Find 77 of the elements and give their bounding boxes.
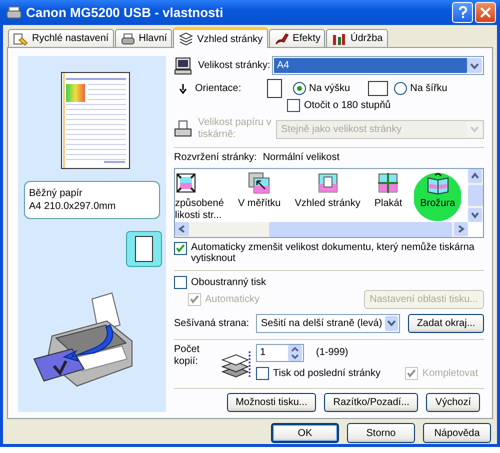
spinner-arrows-icon (288, 344, 302, 361)
copies-spinner[interactable]: 1 (256, 344, 304, 362)
copies-label: Počet kopií: (174, 344, 201, 368)
scroll-right-icon (454, 222, 468, 236)
collate-label: Kompletovat (422, 368, 478, 379)
binding-side-label: Sešívaná strana: (174, 318, 250, 328)
checkmark-icon (406, 368, 418, 379)
scroll-thumb[interactable] (468, 185, 483, 206)
tab-icon (331, 32, 348, 46)
paper-info-text: A4 210.0x297.0mm (29, 200, 117, 213)
vertical-scrollbar[interactable] (468, 169, 483, 222)
layout-label: Rozvržení stránky: (174, 152, 257, 164)
page-size-dropdown[interactable]: A4 (272, 56, 484, 75)
binding-side-dropdown[interactable]: Sešití na delší straně (levá) (256, 314, 400, 332)
checkmark-icon (175, 243, 186, 254)
rotate-checkbox[interactable] (287, 99, 300, 112)
page-size-label: Velikost stránky: (198, 60, 272, 71)
printer-paper-size-label: Velikost papíru v tiskárně: (198, 117, 272, 141)
layout-option[interactable]: Plakát (372, 172, 404, 222)
auto-reduce-checkbox[interactable] (174, 242, 187, 256)
booklet-layout-icon (426, 172, 449, 196)
orientation-option-label: Na výšku (309, 83, 350, 94)
layout-option[interactable]: Vzhled stránky (292, 172, 362, 222)
duplex-label: Oboustranný tisk (191, 276, 266, 288)
tab[interactable]: Údržba (326, 29, 388, 47)
tab-icon (274, 32, 290, 46)
orientation-radio[interactable] (293, 82, 306, 95)
window-title: Canon MG5200 USB - vlastnosti (26, 5, 224, 20)
help-button[interactable] (452, 2, 473, 23)
tab[interactable]: Vzhled stránky (173, 27, 268, 48)
copies-range: (1-999) (316, 347, 348, 358)
dialog-option-button[interactable]: Možnosti tisku... (226, 393, 316, 412)
down-arrow-icon (179, 84, 187, 94)
scroll-thumb[interactable] (269, 222, 452, 238)
orientation-radio[interactable] (394, 82, 408, 95)
orientation-option-label: Na šířku (410, 83, 448, 94)
fit-layout-icon (175, 172, 197, 196)
layout-option[interactable]: V měřítku (236, 172, 283, 222)
reverse-order-label: Tisk od poslední stránky (273, 368, 380, 379)
landscape-page-icon (368, 79, 388, 98)
pages-layout-icon (316, 172, 339, 196)
automatic-label: Automaticky (205, 294, 260, 304)
question-mark-icon (458, 6, 468, 19)
reverse-order-checkbox[interactable] (256, 366, 269, 380)
tab-icon (120, 32, 136, 46)
printer-paper-icon (174, 120, 192, 138)
portrait-page-icon (135, 236, 153, 262)
dialog-button[interactable]: Nápověda (423, 423, 491, 443)
dialog-button[interactable]: Storno (347, 423, 415, 443)
tab[interactable]: Efekty (268, 29, 326, 47)
tab[interactable]: Hlavní (114, 29, 172, 47)
checkmark-icon (189, 294, 200, 304)
orientation-label: Orientace: (195, 83, 242, 94)
layout-value: Normální velikost (262, 152, 340, 164)
dialog-option-button[interactable]: Výchozí (426, 393, 480, 412)
printer-icon (6, 6, 22, 20)
duplex-checkbox[interactable] (174, 276, 187, 288)
layout-option[interactable]: způsobené likosti str... (175, 172, 226, 222)
dialog-button[interactable]: OK (271, 423, 339, 443)
poster-layout-icon (377, 172, 400, 196)
auto-reduce-label: Automaticky zmenšit velikost dokumentu, který nemůže tiskárna vytisknout (191, 242, 476, 264)
scroll-left-icon (175, 222, 189, 236)
horizontal-scrollbar[interactable] (175, 222, 468, 238)
scaled-layout-icon (248, 172, 270, 196)
layout-option[interactable]: Brožura (414, 172, 462, 222)
computer-icon (174, 56, 192, 74)
close-button[interactable] (475, 2, 496, 23)
close-icon (480, 7, 491, 18)
set-margin-button[interactable]: Zadat okraj... (408, 314, 484, 332)
tab[interactable]: Rychlé nastavení (8, 29, 114, 47)
scroll-down-icon (468, 208, 482, 222)
rotate-label: Otočit o 180 stupňů (304, 100, 391, 111)
scroll-up-icon (468, 169, 482, 184)
paper-info-text: Běžný papír (29, 187, 84, 200)
layout-list[interactable]: způsobené likosti str... V měřítku Vzhled stránky Plakát Brožura (174, 168, 484, 238)
dialog-option-button[interactable]: Razítko/Pozadí... (324, 393, 418, 412)
tab-icon (178, 32, 194, 46)
